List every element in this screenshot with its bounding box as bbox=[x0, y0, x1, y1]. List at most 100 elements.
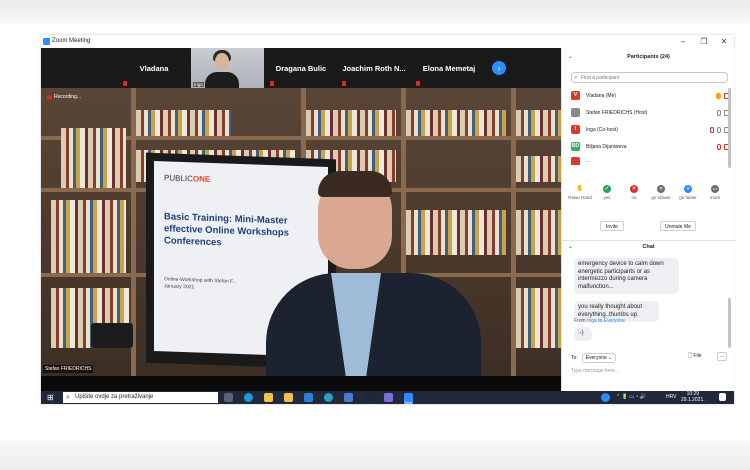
speaker-figure bbox=[251, 171, 501, 376]
books bbox=[51, 200, 126, 275]
participant-row[interactable]: V Vladana (Me) bbox=[571, 89, 731, 102]
books bbox=[61, 128, 126, 188]
no-button[interactable]: ✕ no bbox=[620, 185, 648, 200]
steam-icon[interactable] bbox=[364, 393, 373, 402]
file-icon: 🗋 bbox=[688, 353, 693, 359]
chat-scrollbar[interactable] bbox=[728, 298, 731, 348]
chrome-icon[interactable] bbox=[324, 393, 333, 402]
unmute-me-button[interactable]: Unmute Me bbox=[660, 221, 696, 231]
participants-scrollbar[interactable] bbox=[728, 88, 731, 168]
backdrop-top bbox=[0, 0, 750, 24]
participant-row[interactable]: BD Biljana Dijanisieva bbox=[571, 140, 731, 153]
recording-dot-icon bbox=[47, 94, 52, 100]
participants-header: ⌄ Participants (24) bbox=[562, 51, 735, 63]
mic-muted-icon bbox=[416, 81, 420, 86]
mic-muted-icon bbox=[342, 81, 346, 86]
participant-name: Stefan FRIEDRICHS (Host) bbox=[586, 109, 648, 116]
avatar: BD bbox=[571, 142, 580, 151]
restore-button[interactable]: ❐ bbox=[697, 36, 711, 47]
windows-start-icon[interactable]: ⊞ bbox=[47, 394, 55, 402]
mic-muted-icon bbox=[270, 81, 274, 86]
books bbox=[306, 110, 396, 136]
teams-icon[interactable] bbox=[384, 393, 393, 402]
books bbox=[516, 156, 561, 182]
taskbar-search-input[interactable]: ⌕ Upišite ovdje za pretraživanje bbox=[63, 392, 218, 403]
yes-button[interactable]: ✓ yes bbox=[593, 185, 621, 200]
go-faster-button[interactable]: » go faster bbox=[674, 185, 702, 200]
edge-icon[interactable] bbox=[244, 393, 253, 402]
participant-row[interactable]: I Inga (Co-host) bbox=[571, 123, 731, 136]
participant-strip: Vladana Inga Dragana Bulic Joachim Roth … bbox=[41, 48, 561, 88]
participant-row[interactable]: ... bbox=[571, 157, 731, 165]
chat-message: :-) bbox=[574, 327, 592, 341]
mic-muted-icon bbox=[123, 81, 127, 86]
participant-name: Biljana Dijanisieva bbox=[586, 143, 627, 150]
tray-app-icon[interactable] bbox=[601, 393, 610, 402]
face-shape bbox=[215, 53, 229, 70]
speaker-name-label: Stefan FRIEDRICHS bbox=[43, 365, 94, 373]
strip-tile[interactable]: Joachim Roth N... bbox=[338, 48, 410, 88]
mic-icon bbox=[717, 126, 721, 133]
participant-search-input[interactable]: ⌕ Find a participant bbox=[571, 72, 728, 83]
backdrop-bottom bbox=[0, 440, 750, 470]
mail-icon[interactable] bbox=[304, 393, 313, 402]
file-button[interactable]: 🗋 File bbox=[688, 353, 701, 361]
strip-tile[interactable]: Dragana Bulic bbox=[266, 48, 336, 88]
strip-tile[interactable]: Elona Memetaj bbox=[412, 48, 486, 88]
tray-icons[interactable]: ⌃ 🔋 ▭ ◔ 🔊 bbox=[616, 393, 646, 402]
recording-indicator: Recording... bbox=[47, 94, 81, 100]
participant-name: ... bbox=[586, 158, 591, 164]
chat-message-input[interactable]: Type message here... bbox=[571, 368, 619, 374]
minimize-button[interactable]: – bbox=[676, 36, 690, 47]
file-explorer-icon[interactable] bbox=[264, 393, 273, 402]
rewind-icon: « bbox=[657, 185, 665, 193]
close-button[interactable]: ✕ bbox=[717, 36, 731, 47]
zoom-taskbar-icon[interactable] bbox=[404, 393, 413, 402]
go-slower-button[interactable]: « go slower bbox=[647, 185, 675, 200]
recipient-select[interactable]: Everyone ⌄ bbox=[581, 353, 617, 363]
participant-row[interactable]: Stefan FRIEDRICHS (Host) bbox=[571, 106, 731, 119]
chat-more-button[interactable]: ··· bbox=[717, 352, 727, 361]
mic-icon bbox=[717, 109, 721, 116]
body-shape bbox=[205, 72, 239, 88]
avatar bbox=[571, 108, 580, 117]
participant-name: Inga (Co-host) bbox=[586, 126, 618, 133]
collapse-chevron-icon[interactable]: ⌄ bbox=[568, 51, 573, 63]
avatar: I bbox=[571, 125, 580, 134]
mic-muted-icon bbox=[717, 143, 721, 150]
strip-tile-name: Elona Memetaj bbox=[422, 63, 476, 73]
app-icon[interactable] bbox=[344, 393, 353, 402]
language-indicator[interactable]: HRV bbox=[666, 393, 676, 402]
taskbar-clock[interactable]: 10:29 29.1.2021. bbox=[681, 391, 705, 403]
strip-tile-name: Vladana bbox=[139, 63, 169, 73]
hair-shape bbox=[318, 171, 392, 197]
chat-header: ⌄ Chat bbox=[562, 240, 735, 253]
books bbox=[516, 288, 561, 348]
chat-recipient-row: To: Everyone ⌄ bbox=[571, 353, 617, 363]
right-sidebar: ⌄ Participants (24) ⌕ Find a participant… bbox=[561, 48, 735, 391]
task-view-icon[interactable] bbox=[224, 393, 233, 402]
title-bar: Zoom Meeting – ❐ ✕ bbox=[41, 35, 734, 48]
chat-sender-line: From Inga to Everyone bbox=[574, 318, 625, 324]
strip-tile-video[interactable]: Inga bbox=[191, 48, 264, 88]
invite-button[interactable]: Invite bbox=[600, 221, 624, 231]
strip-tile-name: Inga bbox=[193, 82, 204, 87]
strip-tile-name: Joachim Roth N... bbox=[342, 63, 406, 73]
strip-tile[interactable]: Vladana bbox=[119, 48, 189, 88]
window-title: Zoom Meeting bbox=[52, 38, 91, 44]
recording-label: Recording... bbox=[54, 94, 81, 100]
to-label: To: bbox=[571, 355, 578, 361]
books bbox=[516, 210, 561, 255]
check-icon: ✓ bbox=[603, 185, 611, 193]
books bbox=[406, 110, 506, 136]
slide-subtitle: Online-Workshop with Stefan F... January… bbox=[164, 276, 237, 291]
more-reactions-button[interactable]: ••• more bbox=[701, 185, 729, 200]
search-icon: ⌕ bbox=[574, 75, 578, 81]
notifications-icon[interactable] bbox=[719, 393, 726, 401]
recording-icon bbox=[710, 126, 714, 133]
collapse-chevron-icon[interactable]: ⌄ bbox=[568, 241, 573, 253]
next-page-icon[interactable]: › bbox=[492, 61, 506, 75]
nonverbal-feedback-bar: ✋ Raise Hand ✓ yes ✕ no « go slower » go… bbox=[566, 185, 731, 215]
raise-hand-button[interactable]: ✋ Raise Hand bbox=[566, 185, 594, 200]
store-icon[interactable] bbox=[284, 393, 293, 402]
